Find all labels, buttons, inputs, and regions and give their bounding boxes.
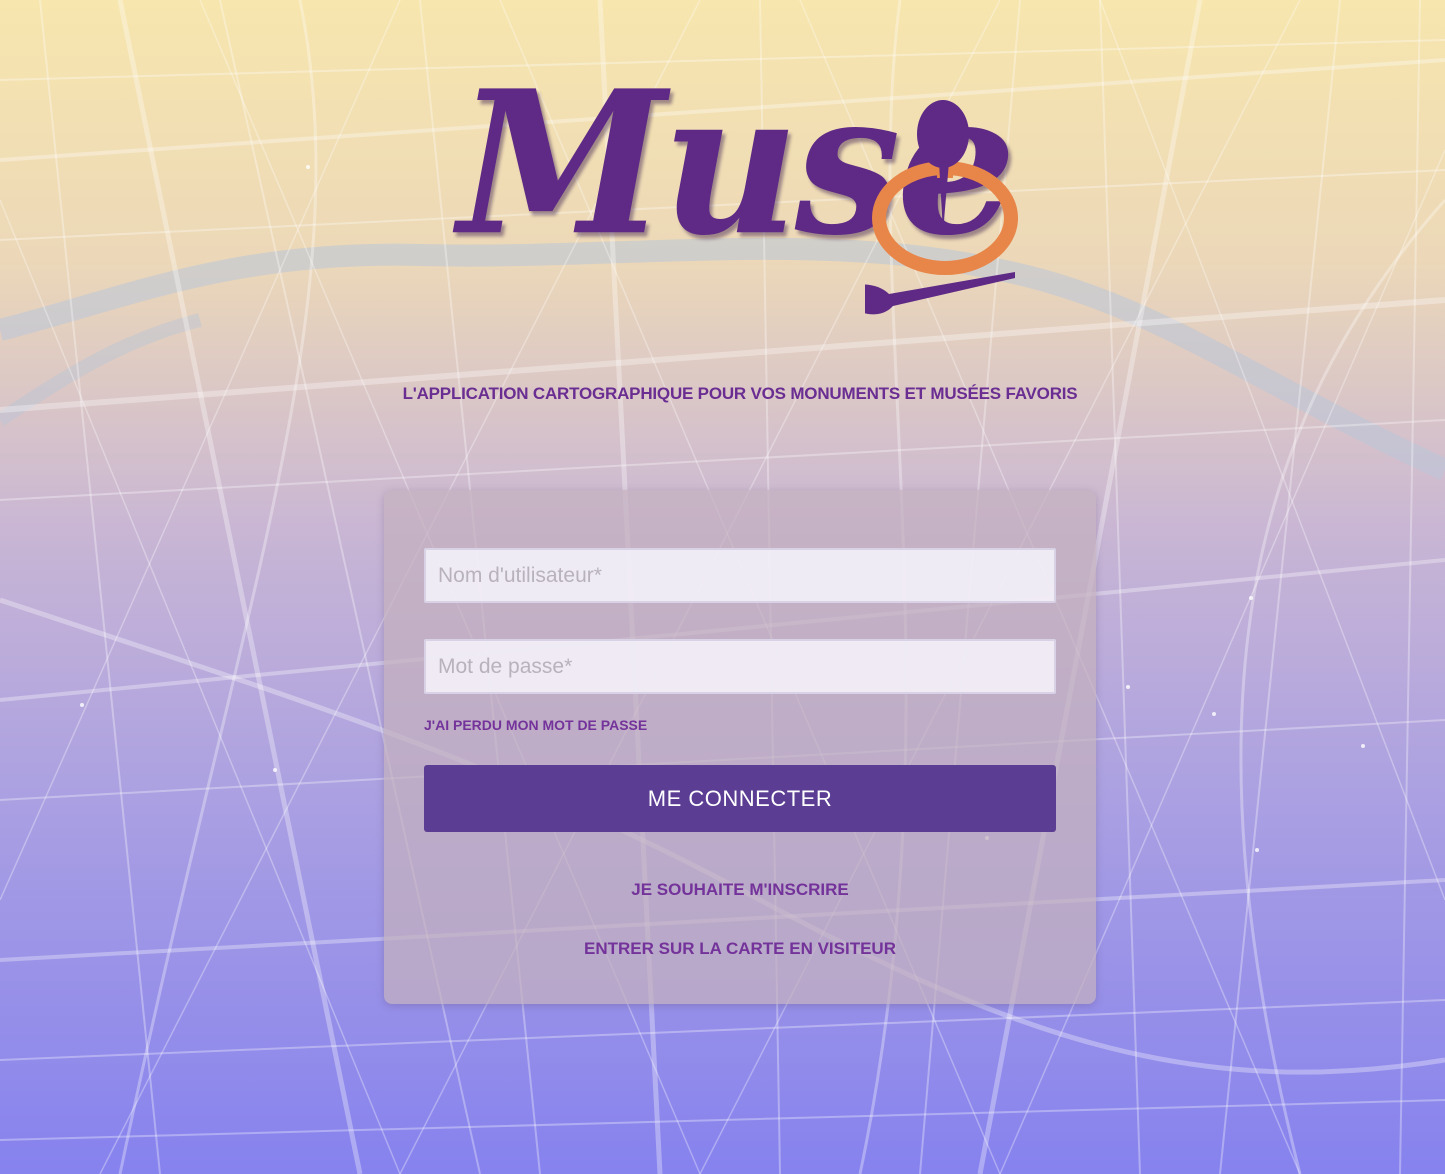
map-pin-paintbrush-icon <box>865 100 1018 315</box>
register-link[interactable]: JE SOUHAITE M'INSCRIRE <box>384 880 1096 900</box>
login-card: J'AI PERDU MON MOT DE PASSE ME CONNECTER… <box>384 490 1096 1004</box>
tagline: L'APPLICATION CARTOGRAPHIQUE POUR VOS MO… <box>402 384 1078 403</box>
forgot-password-link[interactable]: J'AI PERDU MON MOT DE PASSE <box>424 717 647 733</box>
visitor-entry-link[interactable]: ENTRER SUR LA CARTE EN VISITEUR <box>384 939 1096 959</box>
login-page: Muse L'APPLICATION CARTOGRAPHIQUE POUR V… <box>0 0 1445 1174</box>
username-input[interactable] <box>424 548 1056 603</box>
museo-logo: Muse <box>440 65 1040 350</box>
connect-button[interactable]: ME CONNECTER <box>424 765 1056 832</box>
password-input[interactable] <box>424 639 1056 694</box>
